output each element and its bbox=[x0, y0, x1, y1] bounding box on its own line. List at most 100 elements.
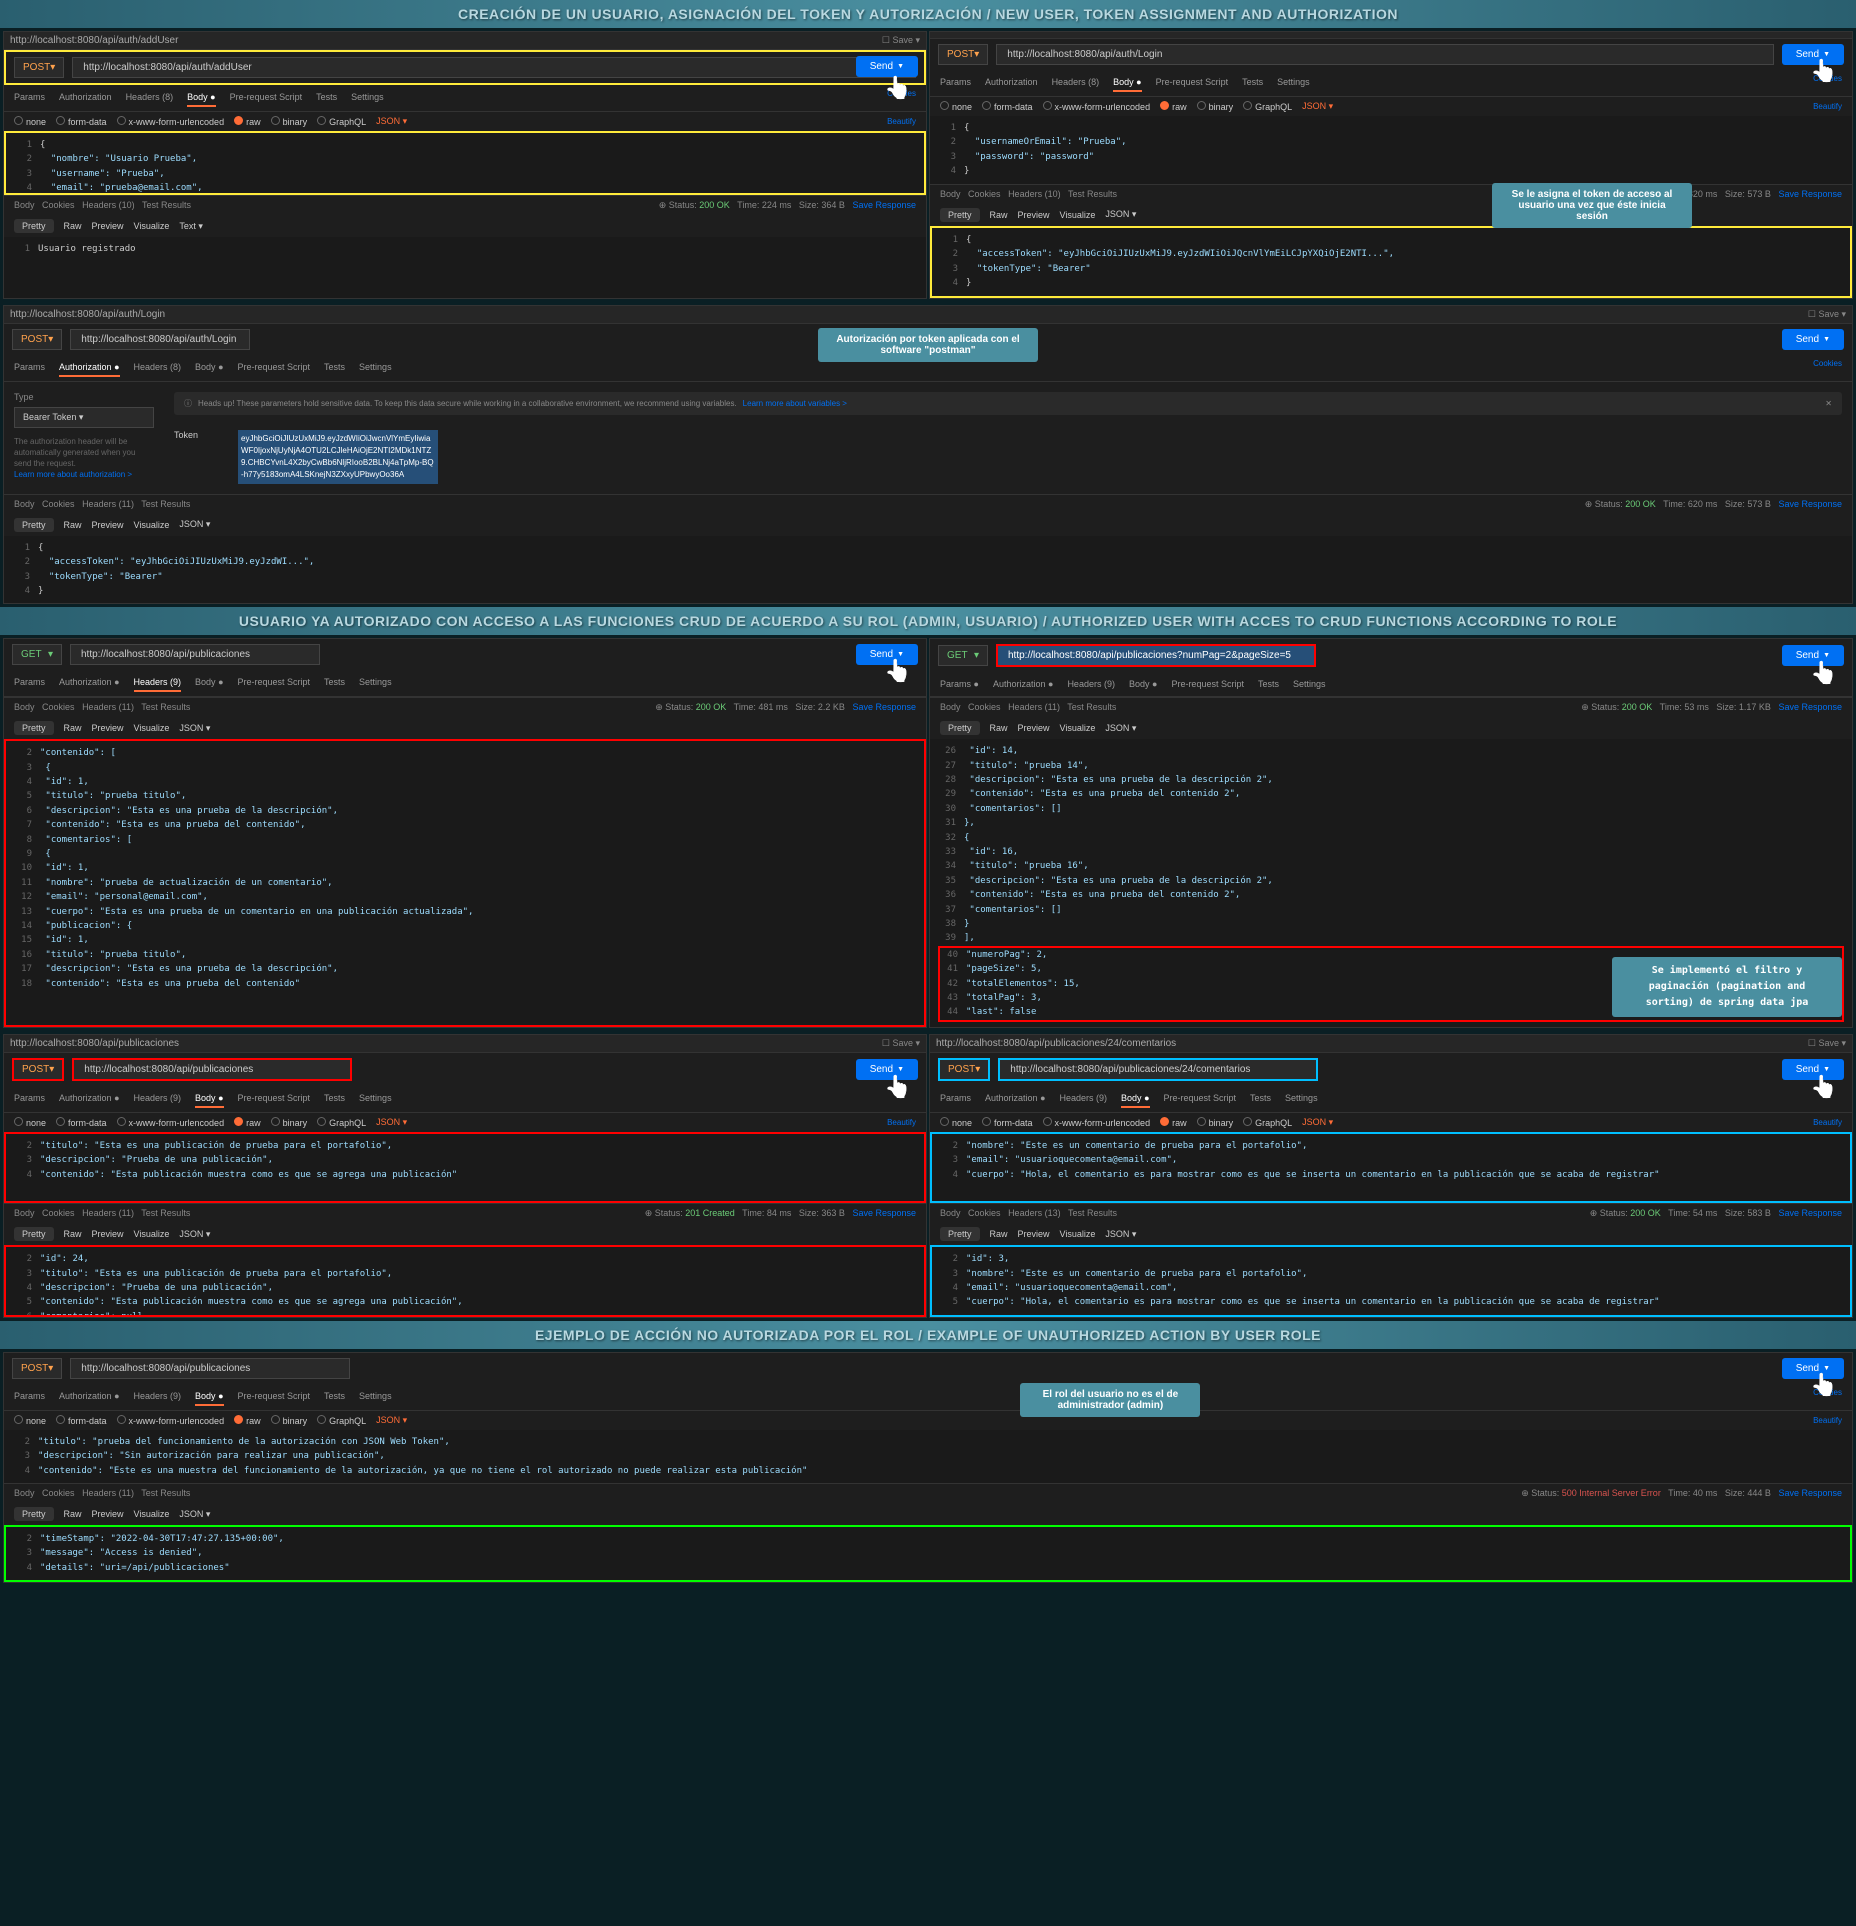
radio-formdata[interactable]: form-data bbox=[982, 101, 1033, 112]
request-body[interactable]: 2"titulo": "prueba del funcionamiento de… bbox=[4, 1430, 1852, 1483]
tab-auth[interactable]: Authorization ● bbox=[59, 674, 119, 692]
radio-binary[interactable]: binary bbox=[271, 116, 308, 127]
beautify-link[interactable]: Beautify bbox=[887, 117, 916, 126]
tab-params[interactable]: Params bbox=[940, 74, 971, 92]
request-body[interactable]: 2"titulo": "Esta es una publicación de p… bbox=[4, 1132, 926, 1204]
method-select[interactable]: POST ▾ bbox=[14, 57, 64, 78]
tab-headers[interactable]: Headers (9) bbox=[134, 1090, 182, 1108]
tab-params[interactable]: Params bbox=[14, 1090, 45, 1108]
method-select[interactable]: GET ▾ bbox=[938, 645, 988, 666]
save-button[interactable]: ☐ Save ▾ bbox=[882, 35, 920, 46]
send-button[interactable]: Send bbox=[856, 56, 918, 77]
tab-settings[interactable]: Settings bbox=[351, 89, 384, 107]
tab-preview[interactable]: Preview bbox=[92, 723, 124, 733]
tab-tests[interactable]: Tests bbox=[316, 89, 337, 107]
tab-body[interactable]: Body ● bbox=[1129, 676, 1157, 692]
json-select[interactable]: JSON ▾ bbox=[1105, 723, 1136, 734]
tab-prereq[interactable]: Pre-request Script bbox=[238, 359, 311, 377]
radio-raw[interactable]: raw bbox=[1160, 101, 1187, 112]
text-select[interactable]: Text ▾ bbox=[179, 221, 203, 232]
tab-raw[interactable]: Raw bbox=[64, 221, 82, 231]
url-input[interactable]: http://localhost:8080/api/publicaciones bbox=[70, 644, 320, 665]
json-select[interactable]: JSON ▾ bbox=[1302, 101, 1333, 112]
method-select[interactable]: GET ▾ bbox=[12, 644, 62, 665]
tab-tests[interactable]: Tests bbox=[1242, 74, 1263, 92]
tab-prereq[interactable]: Pre-request Script bbox=[1171, 676, 1244, 692]
request-body[interactable]: 1{ 2 "usernameOrEmail": "Prueba", 3 "pas… bbox=[930, 116, 1852, 184]
tab-auth[interactable]: Authorization ● bbox=[59, 359, 119, 377]
tab-preview[interactable]: Preview bbox=[1018, 723, 1050, 733]
save-response[interactable]: Save Response bbox=[852, 702, 916, 712]
save-response[interactable]: Save Response bbox=[852, 200, 916, 210]
url-input[interactable]: http://localhost:8080/api/publicaciones bbox=[70, 1358, 350, 1379]
save-button[interactable]: ☐ Save ▾ bbox=[1808, 1038, 1846, 1049]
auth-type-select[interactable]: Bearer Token ▾ bbox=[14, 407, 154, 428]
json-select[interactable]: JSON ▾ bbox=[179, 723, 210, 734]
info-learn-link[interactable]: Learn more about variables > bbox=[743, 399, 847, 408]
tab-auth[interactable]: Authorization bbox=[985, 74, 1038, 92]
tab-prereq[interactable]: Pre-request Script bbox=[238, 1090, 311, 1108]
save-button[interactable]: ☐ Save ▾ bbox=[882, 1038, 920, 1049]
tab-visualize[interactable]: Visualize bbox=[134, 221, 170, 231]
tab-visualize[interactable]: Visualize bbox=[1060, 210, 1096, 220]
tab-settings[interactable]: Settings bbox=[359, 359, 392, 377]
tab-pretty[interactable]: Pretty bbox=[940, 721, 980, 735]
tab-body[interactable]: Body ● bbox=[1113, 74, 1141, 92]
method-select[interactable]: POST ▾ bbox=[938, 1058, 990, 1081]
tab-settings[interactable]: Settings bbox=[359, 674, 392, 692]
radio-graphql[interactable]: GraphQL bbox=[317, 116, 366, 127]
radio-none[interactable]: none bbox=[14, 116, 46, 127]
url-input[interactable]: http://localhost:8080/api/auth/Login bbox=[70, 329, 250, 350]
tab-preview[interactable]: Preview bbox=[92, 520, 124, 530]
request-body[interactable]: 2"nombre": "Este es un comentario de pru… bbox=[930, 1132, 1852, 1204]
tab-tests[interactable]: Tests bbox=[324, 1090, 345, 1108]
tab-tests[interactable]: Tests bbox=[324, 674, 345, 692]
tab-body[interactable]: Body ● bbox=[187, 89, 215, 107]
url-input[interactable]: http://localhost:8080/api/publicaciones/… bbox=[998, 1058, 1318, 1081]
cookies-link[interactable]: Cookies bbox=[1813, 359, 1842, 377]
json-select[interactable]: JSON ▾ bbox=[179, 519, 210, 530]
tab-visualize[interactable]: Visualize bbox=[1060, 723, 1096, 733]
radio-binary[interactable]: binary bbox=[1197, 101, 1234, 112]
request-body[interactable]: 1{ 2 "nombre": "Usuario Prueba", 3 "user… bbox=[4, 131, 926, 195]
tab-raw[interactable]: Raw bbox=[64, 520, 82, 530]
url-input[interactable]: http://localhost:8080/api/auth/Login bbox=[996, 44, 1773, 65]
tab-preview[interactable]: Preview bbox=[1018, 210, 1050, 220]
radio-raw[interactable]: raw bbox=[234, 116, 261, 127]
send-button[interactable]: Send bbox=[1782, 329, 1844, 350]
tab-prereq[interactable]: Pre-request Script bbox=[238, 674, 311, 692]
tab-raw[interactable]: Raw bbox=[64, 723, 82, 733]
json-select[interactable]: JSON ▾ bbox=[376, 116, 407, 127]
tab-headers[interactable]: Headers (8) bbox=[126, 89, 174, 107]
save-button[interactable]: ☐ Save ▾ bbox=[1808, 309, 1846, 320]
save-response[interactable]: Save Response bbox=[1778, 702, 1842, 712]
tab-raw[interactable]: Raw bbox=[990, 210, 1008, 220]
tab-prereq[interactable]: Pre-request Script bbox=[230, 89, 303, 107]
tab-visualize[interactable]: Visualize bbox=[134, 520, 170, 530]
url-input[interactable]: http://localhost:8080/api/publicaciones?… bbox=[996, 644, 1316, 667]
save-response[interactable]: Save Response bbox=[1778, 189, 1842, 199]
method-select[interactable]: POST ▾ bbox=[12, 1058, 64, 1081]
radio-xwww[interactable]: x-www-form-urlencoded bbox=[117, 116, 225, 127]
url-input[interactable]: http://localhost:8080/api/publicaciones bbox=[72, 1058, 352, 1081]
tab-headers[interactable]: Headers (8) bbox=[134, 359, 182, 377]
tab-visualize[interactable]: Visualize bbox=[134, 723, 170, 733]
tab-prereq[interactable]: Pre-request Script bbox=[1156, 74, 1229, 92]
tab-pretty[interactable]: Pretty bbox=[14, 721, 54, 735]
auth-learn-link[interactable]: Learn more about authorization > bbox=[14, 470, 132, 479]
url-input[interactable]: http://localhost:8080/api/auth/addUser bbox=[72, 57, 916, 78]
tab-headers[interactable]: Headers (9) bbox=[1067, 676, 1115, 692]
tab-auth[interactable]: Authorization bbox=[59, 89, 112, 107]
tab-auth[interactable]: Authorization ● bbox=[993, 676, 1053, 692]
tab-params[interactable]: Params ● bbox=[940, 676, 979, 692]
close-icon[interactable]: ✕ bbox=[1825, 399, 1832, 408]
tab-pretty[interactable]: Pretty bbox=[14, 219, 54, 233]
tab-settings[interactable]: Settings bbox=[1293, 676, 1326, 692]
radio-none[interactable]: none bbox=[940, 101, 972, 112]
radio-formdata[interactable]: form-data bbox=[56, 116, 107, 127]
token-input[interactable]: eyJhbGciOiJIUzUxMiJ9.eyJzdWIiOiJwcnVlYmE… bbox=[238, 430, 438, 484]
tab-pretty[interactable]: Pretty bbox=[14, 518, 54, 532]
method-select[interactable]: POST ▾ bbox=[938, 44, 988, 65]
tab-pretty[interactable]: Pretty bbox=[940, 208, 980, 222]
tab-params[interactable]: Params bbox=[14, 89, 45, 107]
